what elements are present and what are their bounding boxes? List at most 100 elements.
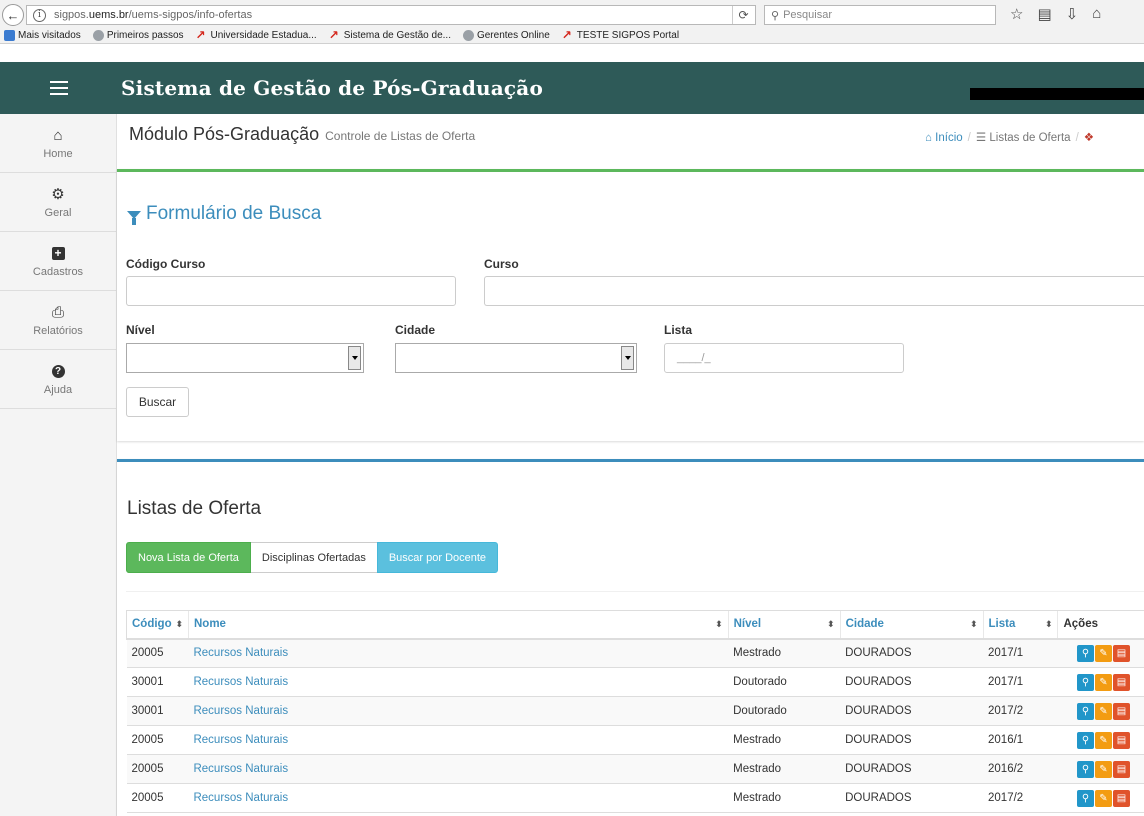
help-icon: ? [51,362,65,380]
breadcrumb-home[interactable]: ⌂ Início [925,132,963,144]
bookmark-label: Gerentes Online [476,29,550,41]
column-header-cidade[interactable]: Cidade ⬍ [839,610,984,640]
column-header-lista[interactable]: Lista ⬍ [982,610,1058,640]
browser-search-input[interactable]: ⚲ Pesquisar [764,5,996,25]
curso-input[interactable] [484,276,1144,306]
lista-placeholder: ____/_ [677,352,711,364]
column-header-nome[interactable]: Nome ⬍ [187,610,729,640]
cell-lista: 2017/2 [983,783,1058,813]
codigo-curso-input[interactable] [126,276,456,306]
column-header-codigo[interactable]: Código ⬍ [126,610,189,640]
url-prefix: sigpos. [54,9,89,21]
sidebar-item-ajuda[interactable]: ? Ajuda [0,350,116,409]
sidebar-item-home[interactable]: ⌂ Home [0,114,116,173]
table-row: 20005 Recursos Naturais Mestrado DOURADO… [126,638,1144,668]
cidade-label: Cidade [395,323,436,337]
search-form-title: Formulário de Busca [127,203,321,225]
cell-nome-link[interactable]: Recursos Naturais [188,725,729,755]
delete-icon[interactable]: ▤ [1112,760,1130,778]
chevron-down-icon [621,346,634,370]
cell-nome-link[interactable]: Recursos Naturais [188,667,729,697]
hamburger-icon [49,87,68,89]
cell-lista: 2017/1 [983,667,1058,697]
buscar-button[interactable]: Buscar [126,387,189,417]
menu-toggle-button[interactable] [0,62,117,114]
table-header-row: Código ⬍ Nome ⬍ Nível ⬍ Cidade ⬍ Lista ⬍ Açõe… [126,610,1144,640]
delete-icon[interactable]: ▤ [1112,789,1130,807]
buscar-por-docente-button[interactable]: Buscar por Docente [376,542,499,573]
new-offer-list-button[interactable]: Nova Lista de Oferta [126,542,251,573]
cell-lista: 2016/1 [983,725,1058,755]
cidade-select[interactable] [395,343,637,373]
address-bar[interactable]: i sigpos. uems.br/uems-sigpos/info-oferta… [26,5,756,25]
row-actions: ⚲ ✎ ▤ [1063,644,1144,662]
edit-icon[interactable]: ✎ [1094,789,1112,807]
view-icon[interactable]: ⚲ [1076,760,1094,778]
bookmark-item[interactable]: ↗ Universidade Estadua... [195,27,317,42]
view-icon[interactable]: ⚲ [1076,673,1094,691]
delete-icon[interactable]: ▤ [1112,702,1130,720]
globe-icon [462,29,474,41]
info-icon[interactable]: i [33,8,46,22]
sidebar-item-geral[interactable]: ⚙ Geral [0,173,116,232]
edit-icon[interactable]: ✎ [1094,760,1112,778]
cell-nivel: Mestrado [728,754,841,784]
cell-cidade: DOURADOS [840,696,984,726]
delete-icon[interactable]: ▤ [1112,673,1130,691]
cell-nome-link[interactable]: Recursos Naturais [188,696,729,726]
bookmark-label: Sistema de Gestão de... [343,29,451,41]
cell-cidade: DOURADOS [840,667,984,697]
bookmark-item[interactable]: Mais visitados [4,29,81,41]
bookmark-item[interactable]: Gerentes Online [462,29,550,41]
cell-nome-link[interactable]: Recursos Naturais [188,754,729,784]
table-row: 30001 Recursos Naturais Doutorado DOURAD… [126,696,1144,726]
nivel-select[interactable] [126,343,364,373]
search-placeholder: Pesquisar [783,9,832,21]
view-icon[interactable]: ⚲ [1076,731,1094,749]
bookmark-item[interactable]: ↗ Sistema de Gestão de... [329,29,451,41]
back-arrow-icon: ← [6,7,20,23]
cell-nome-link[interactable]: Recursos Naturais [188,638,729,668]
cell-nivel: Doutorado [728,696,841,726]
list-actions: Nova Lista de Oferta Disciplinas Ofertad… [126,542,499,573]
sidebar-item-label: Cadastros [32,266,84,278]
row-actions: ⚲ ✎ ▤ [1063,673,1144,691]
view-icon[interactable]: ⚲ [1076,702,1094,720]
row-actions: ⚲ ✎ ▤ [1063,760,1144,778]
page-title: Módulo Pós-Graduação [129,124,320,144]
nav-row: ← i sigpos. uems.br/uems-sigpos/info-ofer… [0,4,1144,26]
sidebar-item-cadastros[interactable]: + Cadastros [0,232,116,291]
cell-codigo: 30001 [126,696,189,726]
library-icon[interactable]: ▤ [1037,5,1051,23]
edit-icon[interactable]: ✎ [1094,731,1112,749]
page-subtitle: Controle de Listas de Oferta [325,129,476,143]
view-icon[interactable]: ⚲ [1076,789,1094,807]
table-row: 20005 Recursos Naturais Mestrado DOURADO… [126,783,1144,813]
sidebar-item-relatorios[interactable]: ⎙ Relatórios [0,291,116,350]
reload-icon[interactable]: ⟳ [732,6,754,24]
column-header-nivel[interactable]: Nível ⬍ [727,610,841,640]
bookmark-item[interactable]: ↗ TESTE SIGPOS Portal [562,29,679,41]
breadcrumb-current[interactable]: ☰ Listas de Oferta [976,132,1071,144]
edit-icon[interactable]: ✎ [1094,673,1112,691]
uems-logo-icon: ↗ [195,27,206,42]
cell-codigo: 20005 [126,638,189,668]
download-icon[interactable]: ⇩ [1066,5,1079,23]
column-header-label: Lista [988,618,1016,631]
delete-icon[interactable]: ▤ [1112,731,1130,749]
column-header-label: Nome [193,618,226,631]
star-icon[interactable]: ☆ [1010,5,1023,23]
bookmark-item[interactable]: Primeiros passos [92,29,184,41]
back-button[interactable]: ← [2,4,24,26]
bookmark-label: Universidade Estadua... [210,29,317,41]
list-title: Listas de Oferta [127,498,262,519]
cell-nome-link[interactable]: Recursos Naturais [188,783,729,813]
view-icon[interactable]: ⚲ [1076,644,1094,662]
lista-input[interactable]: ____/_ [664,343,904,373]
edit-icon[interactable]: ✎ [1094,702,1112,720]
disciplinas-ofertadas-button[interactable]: Disciplinas Ofertadas [250,542,377,573]
chevron-down-icon [348,346,361,370]
home-icon[interactable]: ⌂ [1092,5,1101,23]
delete-icon[interactable]: ▤ [1112,644,1130,662]
edit-icon[interactable]: ✎ [1094,644,1112,662]
